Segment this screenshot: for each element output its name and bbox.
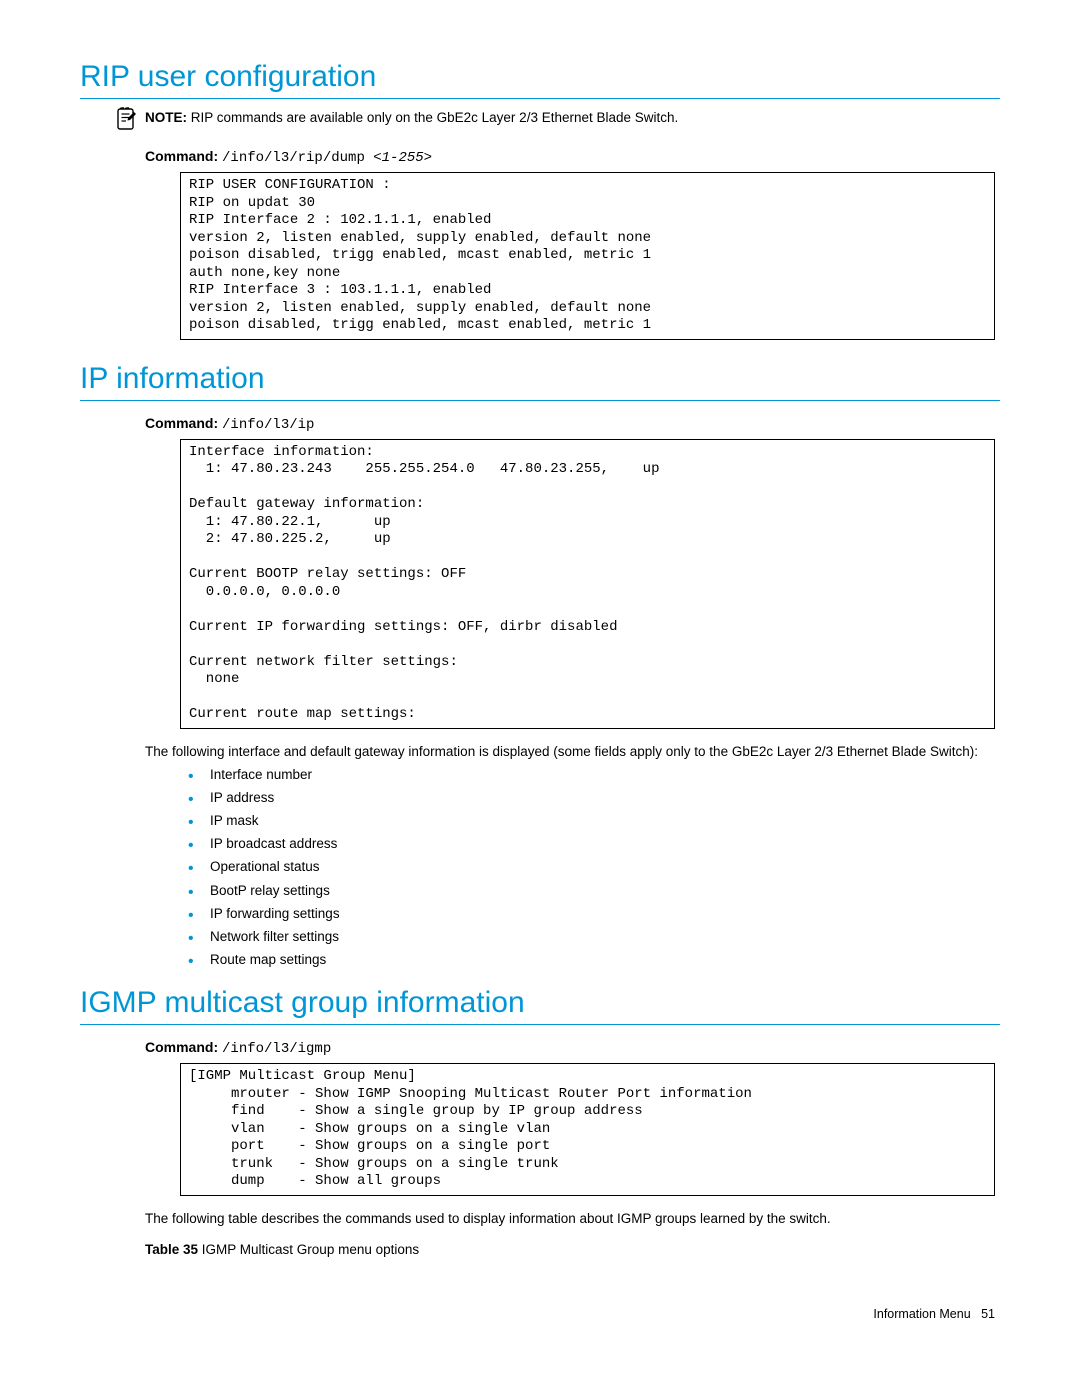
note-body: RIP commands are available only on the G… [187,110,678,125]
list-item: Interface number [188,767,1000,783]
code-box-igmp: [IGMP Multicast Group Menu] mrouter - Sh… [180,1063,995,1196]
code-box-ip: Interface information: 1: 47.80.23.243 2… [180,439,995,729]
heading-ip-information: IP information [80,362,1000,396]
document-page: RIP user configuration NOTE: RIP command… [0,0,1080,1361]
list-item: BootP relay settings [188,883,1000,899]
paragraph-igmp: The following table describes the comman… [145,1210,995,1228]
heading-rule [80,1024,1000,1025]
heading-rule [80,400,1000,401]
list-item: Network filter settings [188,929,1000,945]
note-row: NOTE: RIP commands are available only on… [115,109,1000,134]
command-code: /info/l3/ip [222,417,314,433]
list-item: Operational status [188,859,1000,875]
footer-section: Information Menu [873,1307,970,1321]
command-label: Command: [145,1039,218,1055]
footer-page-number: 51 [981,1307,995,1321]
bullet-list-ip: Interface number IP address IP mask IP b… [80,767,1000,969]
command-label: Command: [145,148,218,164]
heading-rip-user-config: RIP user configuration [80,60,1000,94]
command-label: Command: [145,415,218,431]
list-item: IP address [188,790,1000,806]
note-text: NOTE: RIP commands are available only on… [145,109,678,127]
list-item: IP broadcast address [188,836,1000,852]
command-arg: <1-255> [373,150,432,166]
command-code: /info/l3/igmp [222,1041,331,1057]
list-item: Route map settings [188,952,1000,968]
table-caption-text: IGMP Multicast Group menu options [198,1242,419,1257]
table-label: Table 35 [145,1242,198,1257]
command-line-igmp: Command: /info/l3/igmp [145,1039,1000,1057]
page-footer: Information Menu 51 [80,1307,1000,1321]
heading-rule [80,98,1000,99]
heading-igmp: IGMP multicast group information [80,986,1000,1020]
note-icon [115,107,139,134]
note-label: NOTE: [145,110,187,125]
command-line-ip: Command: /info/l3/ip [145,415,1000,433]
command-code: /info/l3/rip/dump <1-255> [222,150,432,166]
paragraph-ip-info: The following interface and default gate… [145,743,995,761]
list-item: IP mask [188,813,1000,829]
table-caption: Table 35 IGMP Multicast Group menu optio… [145,1242,1000,1257]
list-item: IP forwarding settings [188,906,1000,922]
code-box-rip: RIP USER CONFIGURATION : RIP on updat 30… [180,172,995,340]
command-line-rip: Command: /info/l3/rip/dump <1-255> [145,148,1000,166]
